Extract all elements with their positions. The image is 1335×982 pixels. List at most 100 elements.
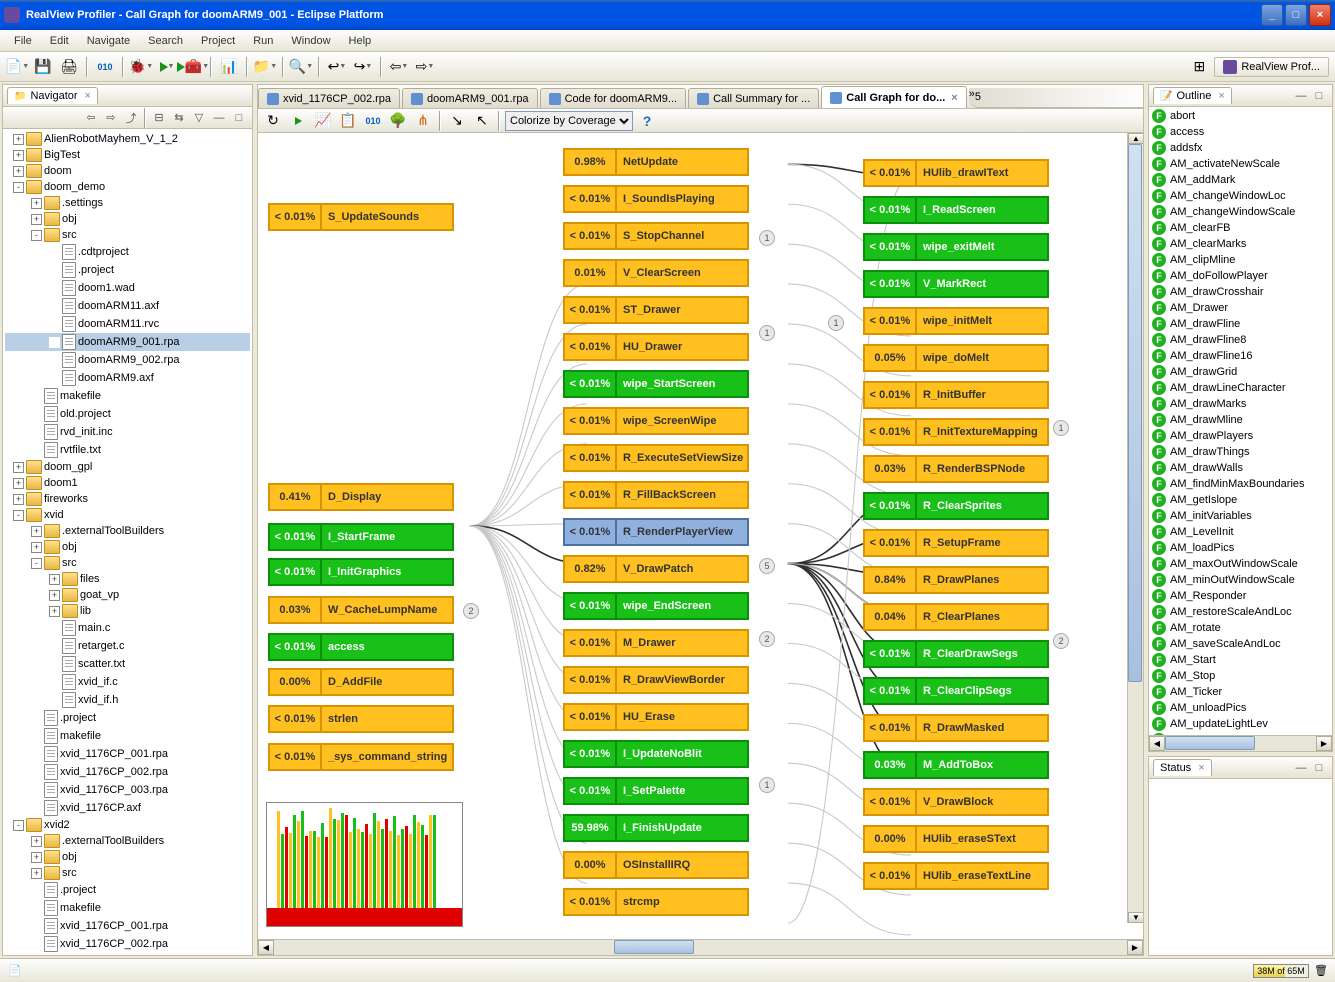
graph-node[interactable]: < 0.01%R_DrawMasked (863, 714, 1049, 742)
outline-hscroll[interactable]: ◀ ▶ (1149, 735, 1332, 751)
run-button[interactable]: ▼ (156, 56, 178, 78)
tree-item[interactable]: +obj (5, 849, 250, 865)
tree-item[interactable]: -doom_demo (5, 179, 250, 195)
graph-node[interactable]: < 0.01%R_ClearSprites (863, 492, 1049, 520)
outline-item[interactable]: FAM_unloadPics (1150, 700, 1331, 716)
graph-node[interactable]: < 0.01%R_InitTextureMapping (863, 418, 1049, 446)
graph-node[interactable]: 0.00%D_AddFile (268, 668, 454, 696)
tree-item[interactable]: +.externalToolBuilders (5, 833, 250, 849)
tree-item[interactable]: +fireworks (5, 491, 250, 507)
perspective-realview[interactable]: RealView Prof... (1214, 57, 1329, 77)
outline-item[interactable]: FAM_drawMarks (1150, 396, 1331, 412)
tree-item[interactable]: rvd_init.inc (5, 423, 250, 441)
binary2-button[interactable]: 010 (362, 110, 384, 132)
outline-item[interactable]: Faccess (1150, 124, 1331, 140)
tree-item[interactable]: .cdtproject (5, 243, 250, 261)
graph-node[interactable]: < 0.01%R_ClearDrawSegs (863, 640, 1049, 668)
outline-item[interactable]: FAM_clipMline (1150, 252, 1331, 268)
graph-node[interactable]: 0.01%V_ClearScreen (563, 259, 749, 287)
tree-button[interactable]: 🌳 (387, 110, 409, 132)
outline-item[interactable]: FAM_rotate (1150, 620, 1331, 636)
outline-item[interactable]: FAM_clearFB (1150, 220, 1331, 236)
tree-item[interactable]: retarget.c (5, 637, 250, 655)
tree-item[interactable]: xvid_if.h (5, 691, 250, 709)
graph-node[interactable]: < 0.01%wipe_initMelt (863, 307, 1049, 335)
nav-up-button[interactable]: ⤴ (122, 109, 140, 127)
tree-item[interactable]: +.settings (5, 195, 250, 211)
back-button[interactable]: ⇦▼ (388, 56, 410, 78)
tree-item[interactable]: xvid_1176CP_002.rpa (5, 763, 250, 781)
tree-item[interactable]: doomARM11.rvc (5, 315, 250, 333)
editor-tab[interactable]: Code for doomARM9... (540, 88, 687, 108)
graph-node[interactable]: 0.03%M_AddToBox (863, 751, 1049, 779)
outline-item[interactable]: FAM_drawThings (1150, 444, 1331, 460)
outline-item[interactable]: FAM_restoreScaleAndLoc (1150, 604, 1331, 620)
graph-node[interactable]: 0.05%wipe_doMelt (863, 344, 1049, 372)
unfocus-button[interactable]: ↖ (471, 110, 493, 132)
tab-overflow[interactable]: »5 (969, 88, 1143, 108)
graph-node[interactable]: 0.00%HUlib_eraseSText (863, 825, 1049, 853)
graph-node[interactable]: < 0.01%V_MarkRect (863, 270, 1049, 298)
close-icon[interactable]: × (1218, 90, 1224, 102)
graph-node[interactable]: < 0.01%V_DrawBlock (863, 788, 1049, 816)
tree-item[interactable]: doomARM9.axf (5, 369, 250, 387)
tree-item[interactable]: doomARM9_001.rpa (5, 333, 250, 351)
graph-node[interactable]: 0.03%W_CacheLumpName (268, 596, 454, 624)
editor-tab[interactable]: xvid_1176CP_002.rpa (258, 88, 400, 108)
help-button[interactable]: ? (636, 110, 658, 132)
outline-tab[interactable]: 📝 Outline × (1153, 87, 1232, 104)
graph-node[interactable]: < 0.01%R_DrawViewBorder (563, 666, 749, 694)
menu-project[interactable]: Project (193, 33, 243, 49)
outline-item[interactable]: FAM_clearMarks (1150, 236, 1331, 252)
report-button[interactable]: 📋 (337, 110, 359, 132)
outline-item[interactable]: FAM_Stop (1150, 668, 1331, 684)
tree-item[interactable]: +obj (5, 539, 250, 555)
focus-button[interactable]: ↘ (446, 110, 468, 132)
maximize-button[interactable]: □ (1285, 4, 1307, 26)
outline-item[interactable]: FAM_drawWalls (1150, 460, 1331, 476)
tree-item[interactable]: main.c (5, 619, 250, 637)
outline-item[interactable]: FAM_Start (1150, 652, 1331, 668)
nav-back-button[interactable]: ⇦ (82, 109, 100, 127)
tree-item[interactable]: +lib (5, 603, 250, 619)
graph-node[interactable]: < 0.01%strcmp (563, 888, 749, 916)
outline-item[interactable]: FAM_drawFline8 (1150, 332, 1331, 348)
binary-button[interactable]: 010 (94, 56, 116, 78)
menu-run[interactable]: Run (245, 33, 281, 49)
annotation-prev-button[interactable]: ↩▼ (326, 56, 348, 78)
tree-item[interactable]: xvid_if.c (5, 673, 250, 691)
outline-item[interactable]: FAM_changeWindowScale (1150, 204, 1331, 220)
graph-node[interactable]: < 0.01%ST_Drawer (563, 296, 749, 324)
outline-item[interactable]: FAM_updateLightLev (1150, 716, 1331, 732)
tree-item[interactable]: -src (5, 227, 250, 243)
tree-item[interactable]: -src (5, 555, 250, 571)
outline-item[interactable]: FAM_maxOutWindowScale (1150, 556, 1331, 572)
graph-node[interactable]: < 0.01%HU_Drawer (563, 333, 749, 361)
graph-node[interactable]: < 0.01%access (268, 633, 454, 661)
maximize-view-button[interactable]: □ (230, 109, 248, 127)
graph-node[interactable]: 0.98%NetUpdate (563, 148, 749, 176)
graph-node[interactable]: < 0.01%I_UpdateNoBlit (563, 740, 749, 768)
editor-tab[interactable]: doomARM9_001.rpa (402, 88, 538, 108)
refresh-button[interactable]: ↻ (262, 110, 284, 132)
tree-item[interactable]: +doom_gpl (5, 459, 250, 475)
graph-node[interactable]: < 0.01%strlen (268, 705, 454, 733)
callgraph-button[interactable]: ⋔ (412, 110, 434, 132)
minimap[interactable] (266, 802, 463, 927)
nav-menu-button[interactable]: ▽ (190, 109, 208, 127)
status-tab[interactable]: Status × (1153, 759, 1212, 776)
graph-node[interactable]: < 0.01%wipe_EndScreen (563, 592, 749, 620)
tree-item[interactable]: +doom1 (5, 475, 250, 491)
tree-item[interactable]: +goat_vp (5, 587, 250, 603)
tree-item[interactable]: .project (5, 709, 250, 727)
outline-list[interactable]: FabortFaccessFaddsfxFAM_activateNewScale… (1149, 107, 1332, 735)
outline-item[interactable]: FAM_drawCrosshair (1150, 284, 1331, 300)
tree-item[interactable]: -xvid2 (5, 817, 250, 833)
tree-item[interactable]: +AlienRobotMayhem_V_1_2 (5, 131, 250, 147)
tree-item[interactable]: makefile (5, 387, 250, 405)
tree-item[interactable]: doom1.wad (5, 279, 250, 297)
graph-node[interactable]: < 0.01%R_SetupFrame (863, 529, 1049, 557)
status-max-button[interactable]: □ (1310, 759, 1328, 777)
graph-node[interactable]: 0.82%V_DrawPatch (563, 555, 749, 583)
outline-item[interactable]: Fabort (1150, 108, 1331, 124)
